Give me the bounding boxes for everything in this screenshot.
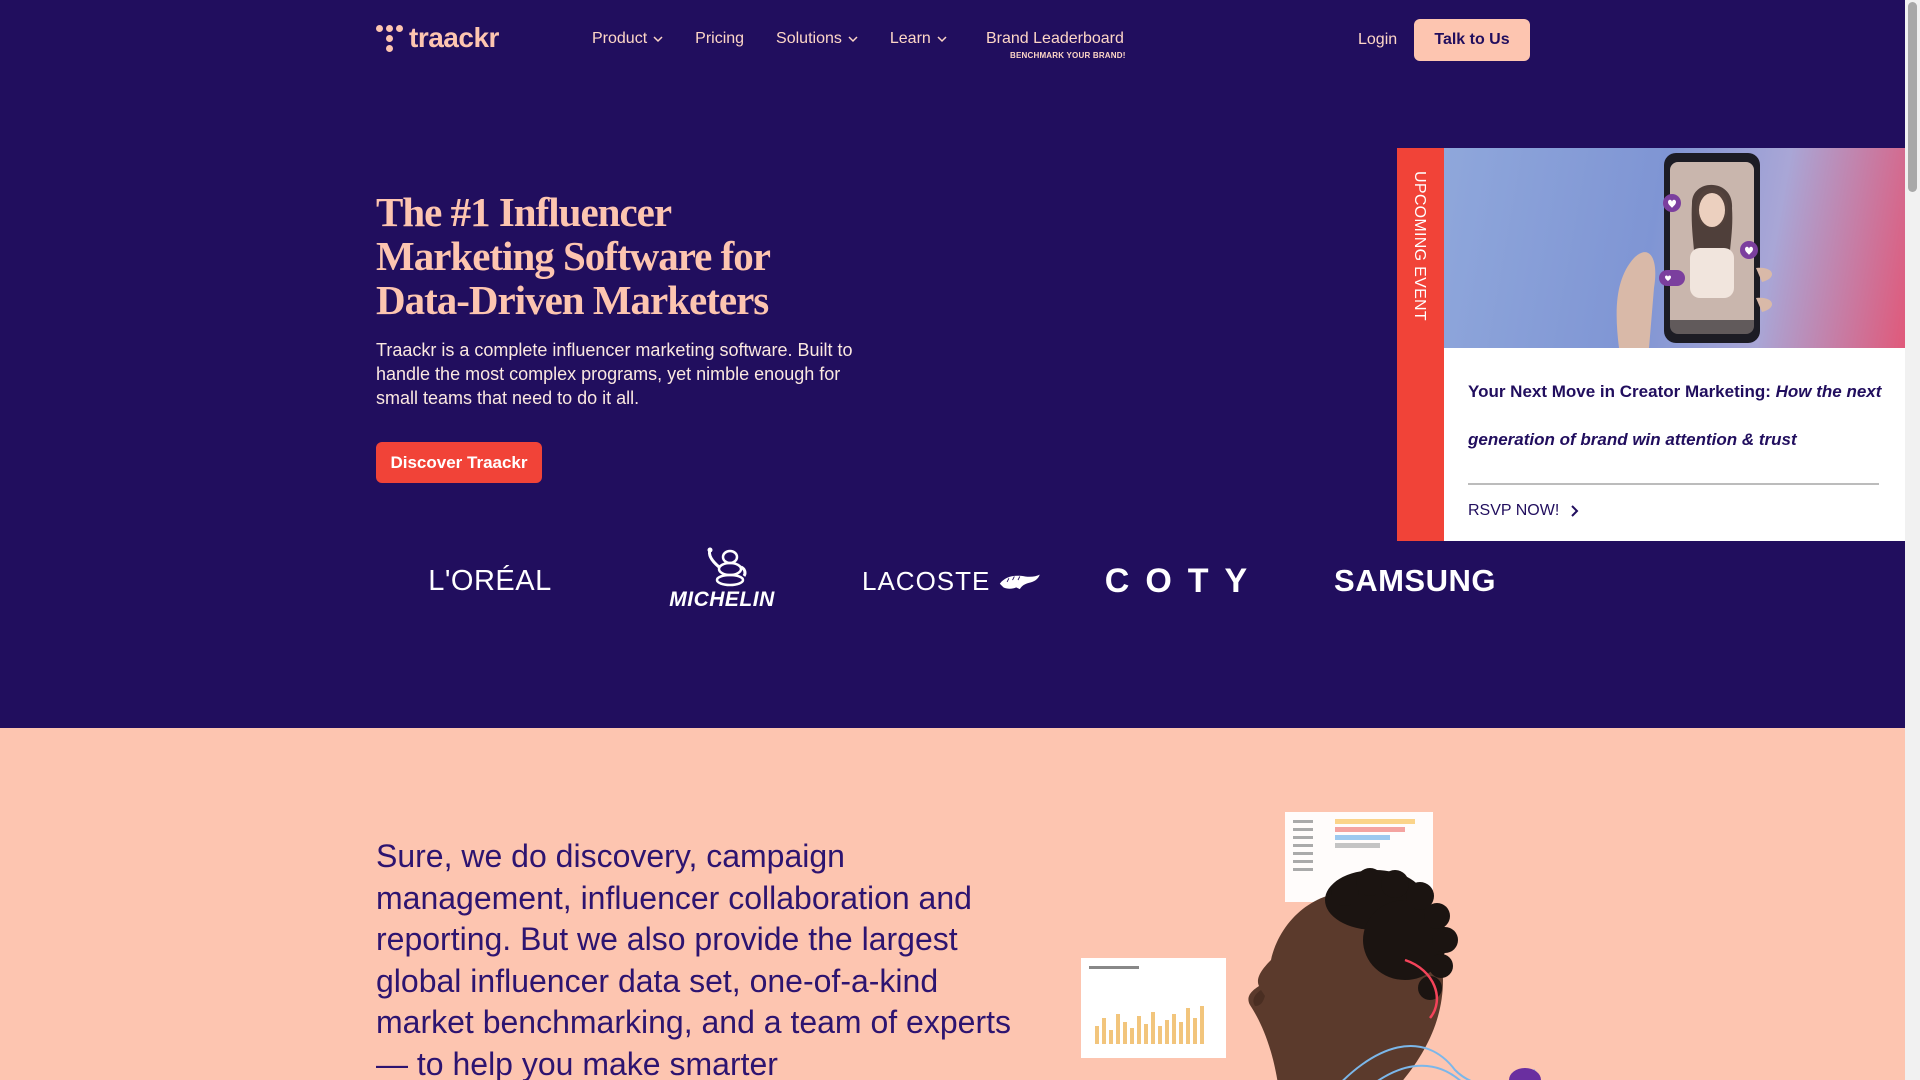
phone-illustration-icon	[1616, 153, 1773, 348]
woman-with-charts-illustration-icon	[1081, 812, 1541, 1080]
talk-to-us-button[interactable]: Talk to Us	[1414, 19, 1530, 61]
hero-section: traackr Product Pricing Solutions Learn …	[0, 0, 1905, 728]
value-statement: Sure, we do discovery, campaign manageme…	[376, 838, 1011, 1080]
loreal-logo-text: L'ORÉAL	[428, 564, 552, 597]
scrollbar-thumb[interactable]	[1908, 2, 1917, 192]
rsvp-link[interactable]: RSVP NOW!	[1468, 502, 1579, 520]
leaderboard-sublabel: BENCHMARK YOUR BRAND!	[1010, 51, 1126, 60]
coty-logo-text: COTY	[1104, 561, 1264, 600]
coty-logo: COTY	[1105, 548, 1254, 614]
event-title-bold: Your Next Move in Creator Marketing:	[1468, 382, 1776, 401]
hero-subtext: Traackr is a complete influencer marketi…	[376, 340, 853, 408]
loreal-logo: L'ORÉAL	[420, 548, 560, 614]
samsung-logo-text: SAMSUNG	[1334, 563, 1496, 598]
page-scrollbar[interactable]	[1905, 0, 1920, 1080]
crocodile-icon	[1000, 574, 1041, 590]
nav-item-label: Pricing	[695, 30, 745, 47]
chevron-down-icon	[653, 36, 663, 43]
nav-item-label: Learn	[889, 30, 931, 47]
traackr-logo[interactable]: traackr	[376, 22, 499, 54]
michelin-logo-text: MICHELIN	[669, 587, 775, 611]
event-strip: UPCOMING EVENT	[1397, 148, 1444, 541]
samsung-logo: SAMSUNG	[1325, 548, 1505, 614]
nav-item-learn[interactable]: Learn	[890, 30, 947, 48]
logo-wordmark: traackr	[409, 22, 499, 53]
traackr-logo-mark-icon	[376, 24, 403, 52]
event-photo	[1444, 148, 1905, 348]
chevron-down-icon	[937, 36, 947, 43]
event-strip-label: UPCOMING EVENT	[1411, 171, 1428, 321]
nav-item-label: Product	[592, 30, 648, 47]
rsvp-label: RSVP NOW!	[1468, 502, 1560, 519]
main-nav: Product Pricing Solutions Learn	[592, 30, 979, 48]
upcoming-event-card[interactable]: UPCOMING EVENT Your Next Move in Creator…	[1397, 148, 1905, 541]
nav-item-label: Solutions	[776, 30, 842, 47]
lacoste-logo: LACOSTE	[862, 548, 1042, 614]
leaderboard-label: Brand Leaderboard	[986, 30, 1124, 47]
michelin-logo: MICHELIN	[652, 544, 792, 614]
discover-traackr-button[interactable]: Discover Traackr	[376, 442, 542, 483]
chevron-down-icon	[848, 36, 858, 43]
lacoste-logo-text: LACOSTE	[862, 565, 991, 596]
nav-item-product[interactable]: Product	[592, 30, 663, 48]
event-divider	[1468, 483, 1879, 485]
michelin-man-icon	[707, 547, 747, 586]
nav-item-solutions[interactable]: Solutions	[776, 30, 858, 48]
nav-item-brand-leaderboard[interactable]: Brand Leaderboard BENCHMARK YOUR BRAND!	[986, 30, 1125, 60]
login-link[interactable]: Login	[1358, 31, 1397, 49]
chevron-right-icon	[1571, 505, 1579, 517]
nav-item-pricing[interactable]: Pricing	[695, 30, 744, 48]
event-title[interactable]: Your Next Move in Creator Marketing: How…	[1468, 368, 1888, 464]
value-section: Sure, we do discovery, campaign manageme…	[0, 728, 1905, 1080]
hero-headline: The #1 Influencer Marketing Software for…	[376, 189, 770, 323]
